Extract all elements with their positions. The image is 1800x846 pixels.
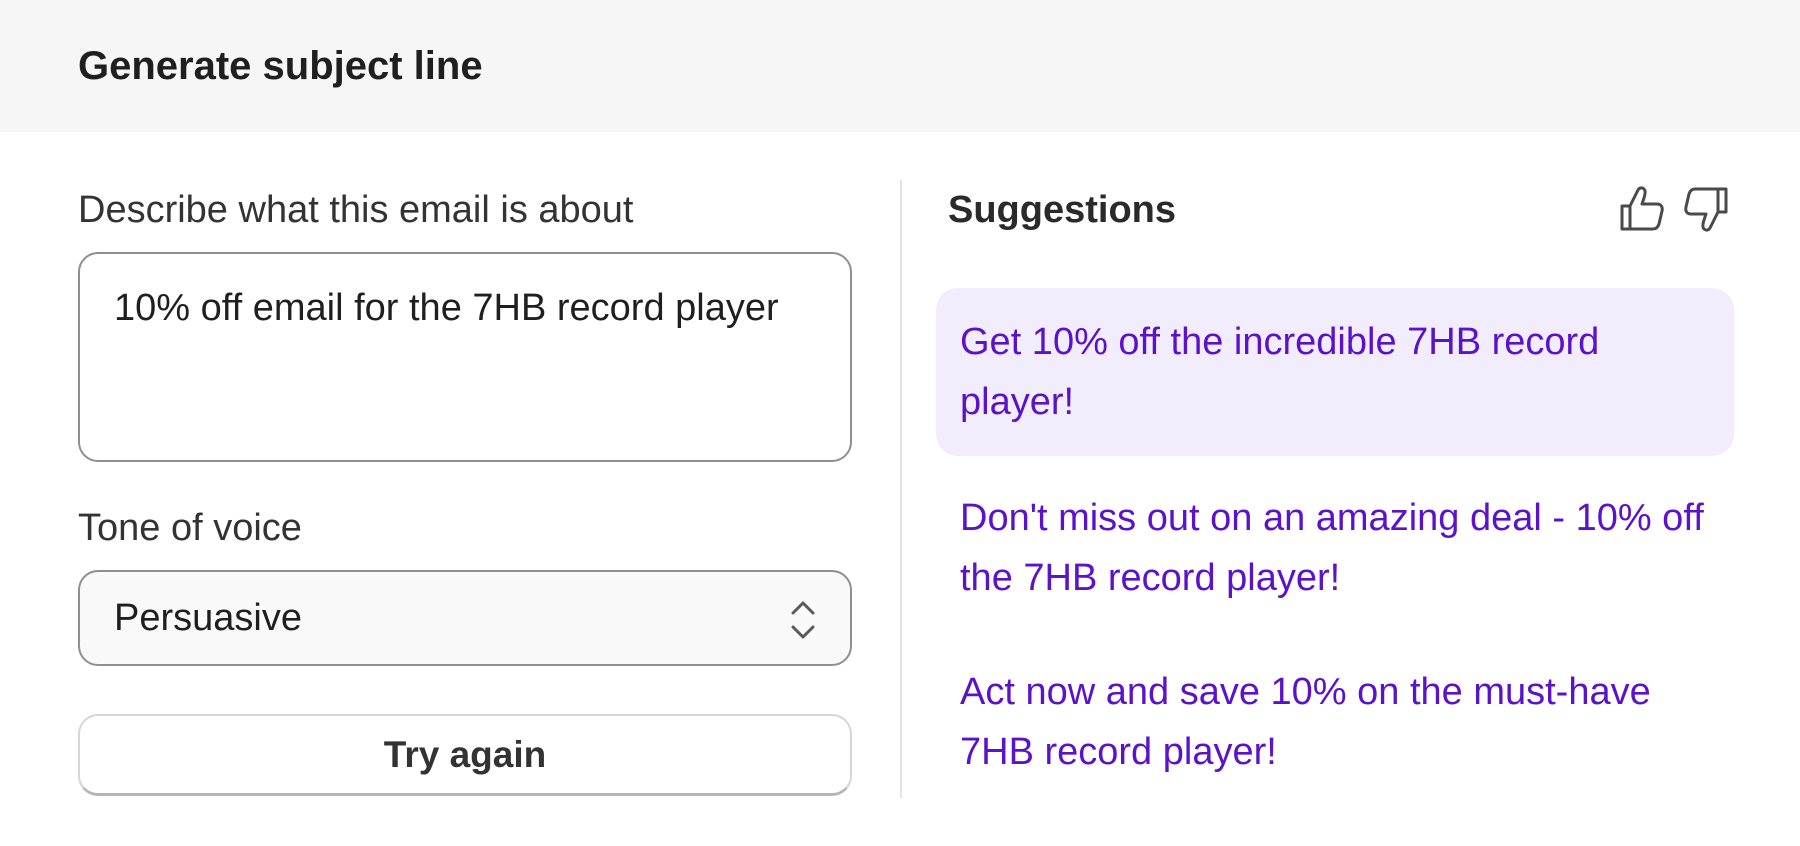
tone-label: Tone of voice bbox=[78, 507, 302, 549]
suggestions-title: Suggestions bbox=[948, 189, 1177, 231]
description-input[interactable]: 10% off email for the 7HB record player bbox=[78, 252, 852, 462]
tone-select[interactable]: Persuasive bbox=[78, 570, 852, 666]
thumbs-up-icon[interactable] bbox=[1618, 184, 1666, 234]
thumbs-down-icon[interactable] bbox=[1682, 184, 1730, 234]
page-title: Generate subject line bbox=[78, 44, 483, 88]
chevron-up-down-icon bbox=[791, 601, 815, 639]
tone-selected-value: Persuasive bbox=[114, 597, 302, 639]
suggestion-item[interactable]: Get 10% off the incredible 7HB record pl… bbox=[936, 288, 1734, 456]
try-again-button[interactable]: Try again bbox=[78, 714, 852, 796]
description-label: Describe what this email is about bbox=[78, 189, 634, 231]
suggestion-item[interactable]: Don't miss out on an amazing deal - 10% … bbox=[936, 488, 1734, 608]
suggestion-item[interactable]: Act now and save 10% on the must-have 7H… bbox=[936, 662, 1734, 782]
panel-divider bbox=[900, 180, 902, 798]
panel-header: Generate subject line bbox=[0, 0, 1800, 132]
